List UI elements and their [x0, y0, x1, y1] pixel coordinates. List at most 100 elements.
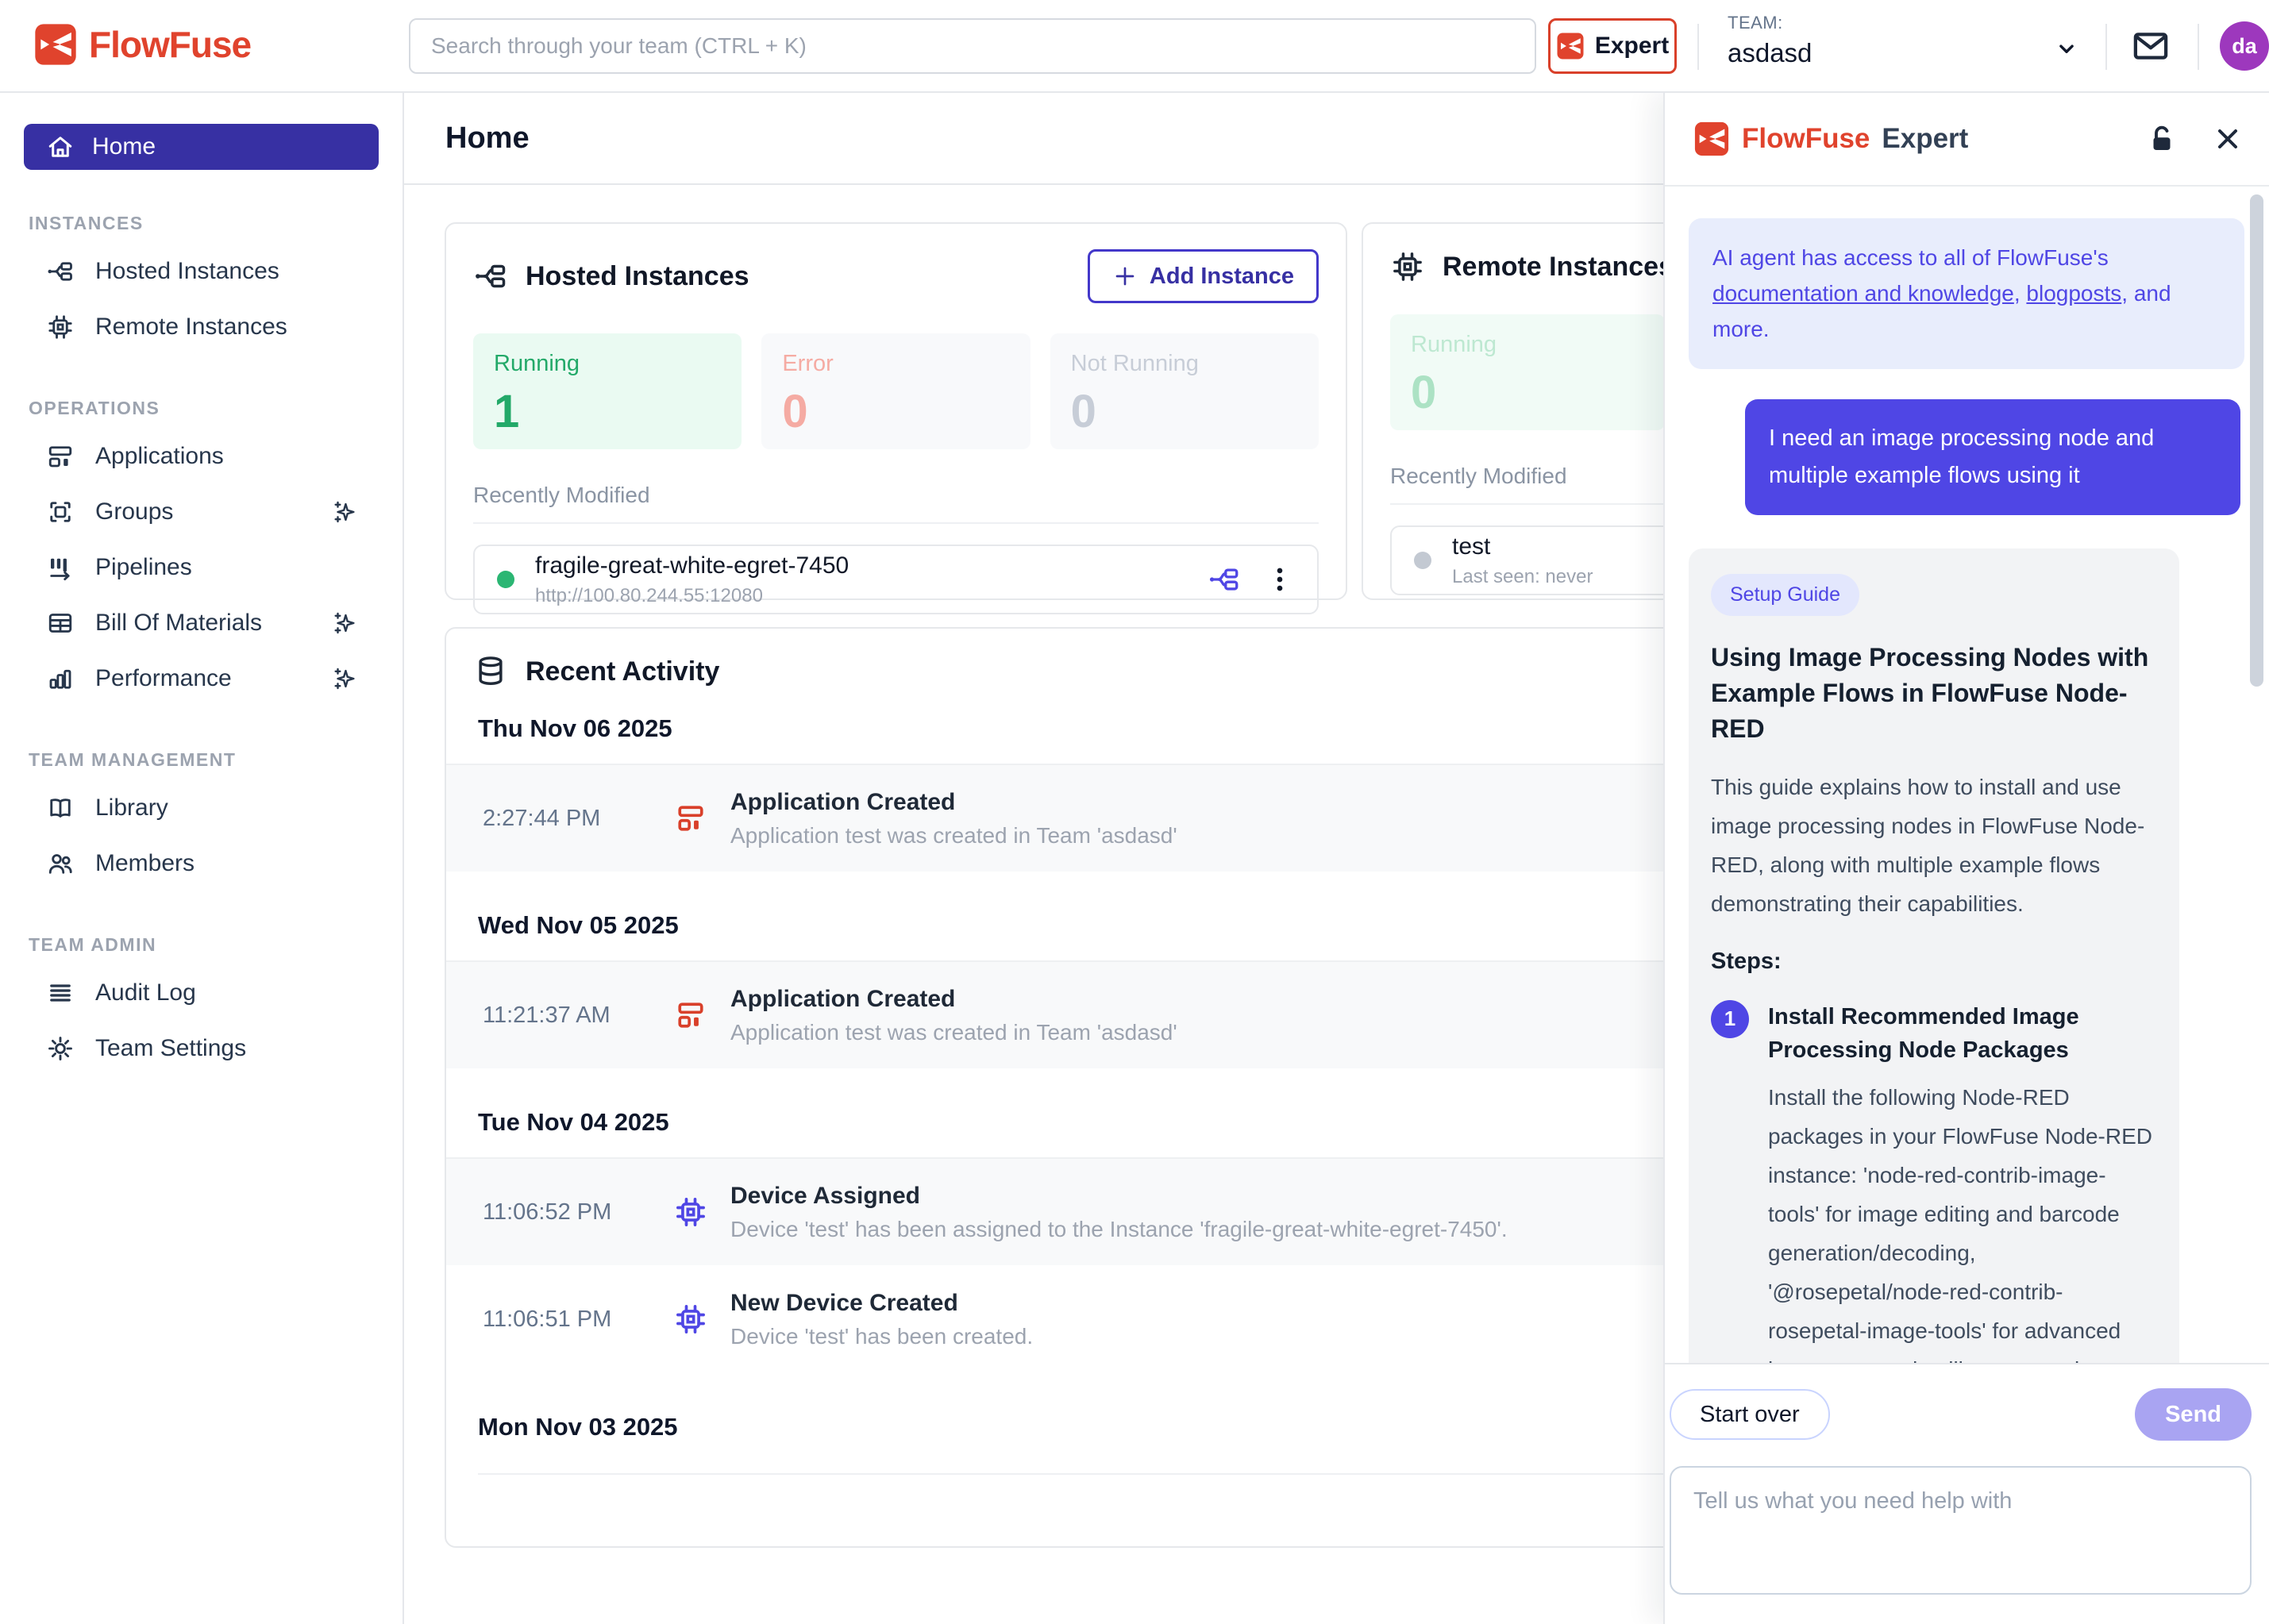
bill-of-materials-icon — [46, 609, 75, 637]
topbar-divider — [2198, 24, 2199, 70]
avatar[interactable]: da — [2220, 21, 2269, 71]
device-icon — [673, 1302, 708, 1337]
expert-title: Expert — [1882, 123, 1968, 155]
stat-value: 0 — [782, 385, 1009, 438]
flowfuse-logo-icon — [1693, 121, 1730, 157]
activity-title: New Device Created — [730, 1290, 1033, 1317]
application-icon — [673, 801, 708, 836]
sidebar-item-label: Bill Of Materials — [95, 610, 262, 637]
hosted-instances-card: Hosted Instances Add Instance Running 1 … — [445, 222, 1347, 600]
step-title: Install Recommended Image Processing Nod… — [1768, 1000, 2152, 1067]
assistant-response-card: Setup Guide Using Image Processing Nodes… — [1689, 548, 2179, 1363]
team-name: asdasd — [1728, 38, 1812, 68]
instance-url: http://100.80.244.55:12080 — [535, 585, 849, 607]
remote-instances-icon — [46, 313, 75, 341]
sidebar-item-label: Home — [92, 133, 156, 160]
stat-running: Running 1 — [473, 333, 742, 449]
expert-chat-scroll-area[interactable]: AI agent has access to all of FlowFuse's… — [1665, 187, 2269, 1363]
sidebar-item-team-settings[interactable]: Team Settings — [0, 1021, 403, 1076]
kebab-menu-icon[interactable] — [1265, 564, 1295, 595]
search-input[interactable] — [409, 18, 1536, 74]
lock-open-icon[interactable] — [2145, 122, 2178, 156]
expert-panel-header: FlowFuse Expert — [1665, 93, 2269, 187]
activity-title: Device Assigned — [730, 1183, 1508, 1210]
sidebar-item-hosted-instances[interactable]: Hosted Instances — [0, 244, 403, 299]
activity-desc: Application test was created in Team 'as… — [730, 823, 1177, 849]
ai-access-infobox: AI agent has access to all of FlowFuse's… — [1689, 218, 2244, 369]
divider — [473, 522, 1319, 524]
gear-icon — [46, 1034, 75, 1063]
step-body: Install the following Node-RED packages … — [1768, 1078, 2152, 1363]
mail-icon[interactable] — [2129, 25, 2172, 67]
activity-title: Application Created — [730, 789, 1177, 816]
sidebar-item-members[interactable]: Members — [0, 836, 403, 891]
device-name: test — [1452, 533, 1593, 560]
hosted-instances-icon — [46, 257, 75, 286]
step-number-badge: 1 — [1711, 1000, 1749, 1038]
audit-log-icon — [46, 979, 75, 1007]
close-icon[interactable] — [2212, 123, 2244, 155]
flowfuse-logo[interactable]: FlowFuse — [33, 22, 251, 67]
expert-brand: FlowFuse — [1742, 123, 1870, 155]
chat-input[interactable] — [1670, 1466, 2252, 1595]
stat-running: Running 0 — [1390, 314, 1665, 430]
sidebar-section-instances: INSTANCES — [29, 213, 403, 234]
stat-not-running: Not Running 0 — [1050, 333, 1319, 449]
sidebar-section-team-admin: TEAM ADMIN — [29, 934, 403, 956]
blogposts-link[interactable]: blogposts — [2026, 281, 2121, 306]
sidebar-item-performance[interactable]: Performance — [0, 651, 403, 706]
documentation-link[interactable]: documentation and knowledge — [1712, 281, 2014, 306]
chevron-down-icon[interactable] — [2053, 35, 2080, 62]
hosted-instances-icon — [473, 259, 508, 294]
status-dot-offline — [1414, 552, 1431, 569]
sidebar-item-label: Library — [95, 795, 168, 822]
sidebar-section-operations: OPERATIONS — [29, 398, 403, 419]
expert-toggle-button[interactable]: Expert — [1548, 18, 1677, 74]
sparkle-icon — [331, 665, 358, 692]
sidebar-item-audit-log[interactable]: Audit Log — [0, 965, 403, 1021]
topbar: FlowFuse Expert TEAM: asdasd da — [0, 0, 2269, 93]
home-icon — [46, 133, 75, 161]
instance-row[interactable]: fragile-great-white-egret-7450 http://10… — [473, 545, 1319, 614]
infobox-text: AI agent has access to all of FlowFuse's — [1712, 245, 2109, 270]
stat-label: Error — [782, 351, 1009, 377]
user-message-bubble: I need an image processing node and mult… — [1745, 399, 2240, 515]
sidebar-item-applications[interactable]: Applications — [0, 429, 403, 484]
stat-value: 0 — [1411, 366, 1644, 419]
start-over-button[interactable]: Start over — [1670, 1389, 1830, 1440]
activity-time: 11:06:51 PM — [483, 1307, 649, 1333]
add-instance-label: Add Instance — [1150, 264, 1294, 290]
groups-icon — [46, 498, 75, 526]
guide-title: Using Image Processing Nodes with Exampl… — [1711, 640, 2152, 746]
activity-desc: Device 'test' has been created. — [730, 1324, 1033, 1349]
pipelines-icon — [46, 553, 75, 582]
sidebar-item-pipelines[interactable]: Pipelines — [0, 540, 403, 595]
add-instance-button[interactable]: Add Instance — [1088, 249, 1319, 303]
sidebar-item-library[interactable]: Library — [0, 780, 403, 836]
stat-error: Error 0 — [761, 333, 1030, 449]
sidebar: Home INSTANCES Hosted Instances Remote I… — [0, 93, 404, 1624]
sidebar-item-remote-instances[interactable]: Remote Instances — [0, 299, 403, 355]
stat-value: 1 — [494, 385, 721, 438]
sidebar-item-groups[interactable]: Groups — [0, 484, 403, 540]
send-button[interactable]: Send — [2135, 1388, 2252, 1441]
scrollbar-thumb[interactable] — [2250, 194, 2263, 687]
activity-title: Application Created — [730, 986, 1177, 1013]
stat-value: 0 — [1071, 385, 1298, 438]
activity-time: 11:21:37 AM — [483, 1002, 649, 1029]
sparkle-icon — [331, 498, 358, 525]
sidebar-item-bill-of-materials[interactable]: Bill Of Materials — [0, 595, 403, 651]
stat-label: Running — [494, 351, 721, 377]
device-last-seen: Last seen: never — [1452, 566, 1593, 588]
sidebar-item-label: Hosted Instances — [95, 258, 279, 285]
recently-modified-label: Recently Modified — [446, 449, 1346, 508]
activity-time: 2:27:44 PM — [483, 806, 649, 832]
stat-label: Not Running — [1071, 351, 1298, 377]
flowfuse-logo-icon — [1556, 32, 1585, 60]
steps-label: Steps: — [1711, 949, 2152, 975]
library-icon — [46, 794, 75, 822]
topbar-divider — [1697, 24, 1699, 70]
sidebar-item-home[interactable]: Home — [24, 124, 379, 170]
performance-icon — [46, 664, 75, 693]
team-selector[interactable]: TEAM: asdasd — [1728, 13, 1812, 68]
